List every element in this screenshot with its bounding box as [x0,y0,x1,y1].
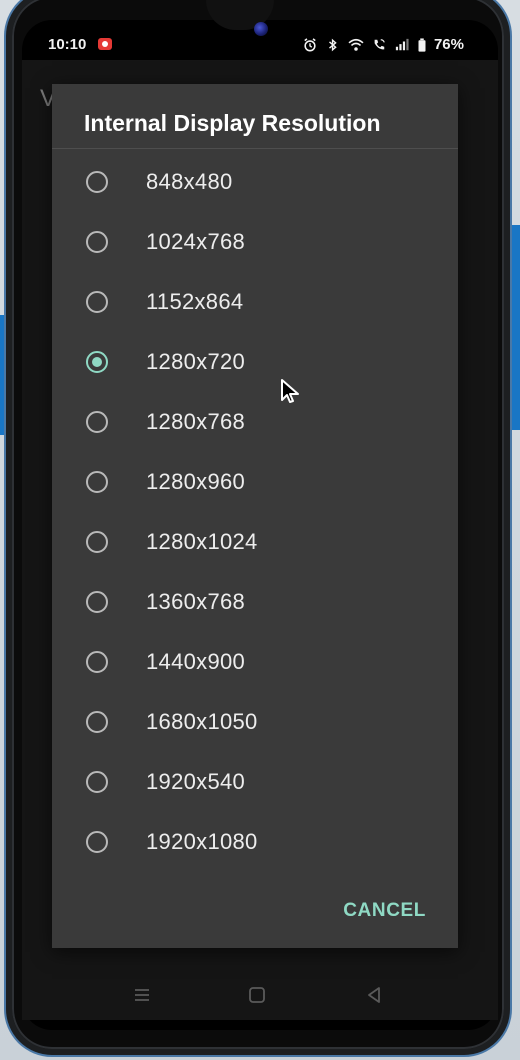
wifi-calling-icon [374,38,385,49]
background-accent-right [512,225,520,430]
radio-button[interactable] [86,771,108,793]
resolution-option[interactable]: 1680x1050 [52,692,458,752]
resolution-option[interactable]: 1280x768 [52,392,458,452]
back-icon[interactable] [364,985,384,1005]
resolution-option-label: 1440x900 [146,649,246,674]
battery-percentage: 76% [433,36,464,53]
mouse-cursor-icon [281,379,299,403]
navigation-bar [22,975,498,1015]
cancel-button[interactable]: CANCEL [343,900,426,922]
resolution-option[interactable]: 1280x1024 [52,512,458,572]
resolution-option[interactable]: 1152x864 [52,272,458,332]
dialog-title: Internal Display Resolution [84,110,381,136]
signal-icon [395,38,409,50]
resolution-option[interactable]: 848x480 [52,152,458,212]
resolution-option-label: 1920x540 [146,769,246,794]
resolution-option-label: 1024x768 [146,229,246,254]
page: V 10:10 76% Internal Display Resolution … [0,0,520,1060]
status-time: 10:10 [48,36,87,53]
radio-button[interactable] [86,471,108,493]
resolution-option-label: 1152x864 [146,289,244,314]
radio-button[interactable] [86,171,108,193]
bluetooth-icon [329,38,337,51]
resolution-option[interactable]: 1360x768 [52,572,458,632]
resolution-options-list: 848x480 1024x768 1152x864 1280x720 1280x768 1… [52,152,458,872]
resolution-option[interactable]: 1280x960 [52,452,458,512]
radio-button[interactable] [86,651,108,673]
radio-button[interactable] [86,711,108,733]
radio-button[interactable] [86,831,108,853]
radio-button[interactable] [86,531,108,553]
radio-button[interactable] [86,291,108,313]
resolution-option-label: 1280x1024 [146,529,258,554]
resolution-option-label: 1280x720 [146,349,246,374]
resolution-option-label: 1280x960 [146,469,246,494]
resolution-option[interactable]: 1024x768 [52,212,458,272]
resolution-dialog: Internal Display Resolution 848x480 1024x… [52,84,458,948]
wifi-icon [348,38,364,51]
dialog-divider [52,148,458,149]
alarm-icon [304,37,316,51]
radio-button-selected[interactable] [86,351,108,373]
resolution-option[interactable]: 1280x720 [52,332,458,392]
screen-record-icon [98,38,112,50]
home-icon[interactable] [247,985,267,1005]
resolution-option-label: 1680x1050 [146,709,258,734]
resolution-option[interactable]: 1440x900 [52,632,458,692]
radio-button[interactable] [86,411,108,433]
status-icons: 76% [302,36,464,53]
resolution-option-label: 1360x768 [146,589,246,614]
resolution-option[interactable]: 1920x1080 [52,812,458,872]
resolution-option-label: 848x480 [146,169,233,194]
resolution-option-label: 1280x768 [146,409,246,434]
recents-icon[interactable] [132,985,152,1005]
resolution-option[interactable]: 1920x540 [52,752,458,812]
resolution-option-label: 1920x1080 [146,829,258,854]
battery-icon [418,37,426,52]
radio-button[interactable] [86,591,108,613]
status-bar: 10:10 76% [48,34,468,56]
radio-button[interactable] [86,231,108,253]
